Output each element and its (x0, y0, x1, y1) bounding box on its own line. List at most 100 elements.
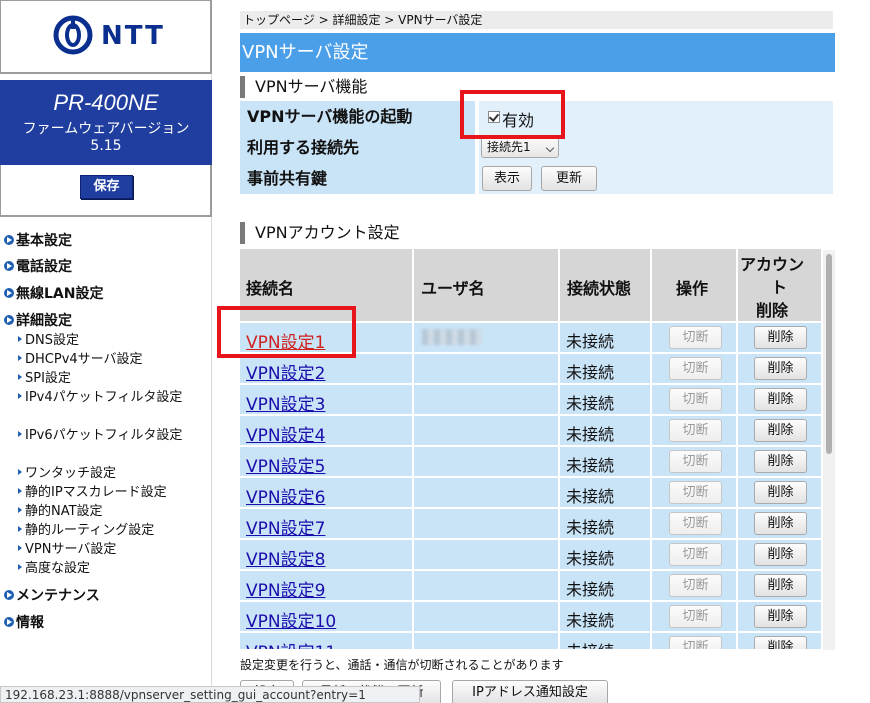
nav-sub-ipv4-filter[interactable]: IPv4パケットフィルタ設定 (18, 388, 198, 407)
vpn-setting-link[interactable]: VPN設定10 (246, 607, 336, 632)
chevron-down-icon (545, 143, 555, 153)
disconnect-button[interactable]: 切断 (669, 481, 722, 504)
cell-username (414, 323, 558, 352)
delete-account-button[interactable]: 削除 (754, 543, 807, 566)
cell-connection-name: VPN設定10 (240, 602, 412, 632)
disconnect-button[interactable]: 切断 (669, 543, 722, 566)
disconnect-button[interactable]: 切断 (669, 605, 722, 628)
cell-operation: 切断 (652, 509, 736, 538)
disconnect-button[interactable]: 切断 (669, 450, 722, 473)
delete-account-button[interactable]: 削除 (754, 450, 807, 473)
cell-username (414, 540, 558, 569)
nav-sub-ipv6-filter[interactable]: IPv6パケットフィルタ設定 (18, 426, 198, 445)
vpn-setting-link[interactable]: VPN設定9 (246, 576, 325, 601)
nav-sub-label: DHCPv4サーバ設定 (25, 352, 143, 367)
disconnect-button[interactable]: 切断 (669, 512, 722, 535)
delete-account-button[interactable]: 削除 (754, 574, 807, 597)
delete-account-button[interactable]: 削除 (754, 605, 807, 628)
nav-sub-static-nat[interactable]: 静的NAT設定 (18, 502, 198, 521)
delete-account-button[interactable]: 削除 (754, 636, 807, 649)
nav-sub-arrow-icon (18, 355, 22, 361)
nav-bullet-icon (4, 261, 14, 271)
table-scrollbar-thumb[interactable] (826, 254, 832, 454)
nav-info[interactable]: 情報 (4, 612, 44, 632)
connection-target-label: 利用する接続先 (240, 132, 477, 163)
nav-sub-dhcpv4[interactable]: DHCPv4サーバ設定 (18, 350, 198, 369)
column-header-label: 操作 (676, 279, 709, 298)
nav-sub-static-ip-masquerade[interactable]: 静的IPマスカレード設定 (18, 483, 198, 502)
disconnect-button[interactable]: 切断 (669, 574, 722, 597)
show-key-button[interactable]: 表示 (482, 166, 532, 191)
cell-account-delete: 削除 (738, 385, 821, 414)
vpn-setting-link[interactable]: VPN設定6 (246, 483, 325, 508)
connection-state-text: 未接続 (566, 611, 615, 630)
nav-sub-spi[interactable]: SPI設定 (18, 369, 198, 388)
nav-sub-dns[interactable]: DNS設定 (18, 331, 198, 350)
nav-basic-settings[interactable]: 基本設定 (4, 230, 72, 250)
vpn-setting-link[interactable]: VPN設定3 (246, 390, 325, 415)
nav-wlan-settings[interactable]: 無線LAN設定 (4, 283, 103, 303)
cell-connection-name: VPN設定4 (240, 416, 412, 446)
highlight-enable-checkbox (460, 90, 565, 139)
nav-advanced-settings[interactable]: 詳細設定 (4, 310, 72, 330)
model-info: PR-400NE ファームウェアバージョン 5.15 (0, 80, 212, 165)
nav-sub-label: VPNサーバ設定 (25, 542, 117, 557)
delete-account-button[interactable]: 削除 (754, 419, 807, 442)
connection-target-select[interactable]: 接続先1 (481, 137, 559, 158)
cell-account-delete: 削除 (738, 447, 821, 476)
delete-account-button[interactable]: 削除 (754, 388, 807, 411)
nav-sub-static-routing[interactable]: 静的ルーティング設定 (18, 521, 198, 540)
cell-account-delete: 削除 (738, 633, 821, 649)
save-button[interactable]: 保存 (80, 175, 133, 199)
vpn-setting-link[interactable]: VPN設定4 (246, 421, 325, 446)
vpn-setting-link[interactable]: VPN設定8 (246, 545, 325, 570)
nav-sub-label: 静的NAT設定 (25, 504, 103, 519)
nav-sub-advanced[interactable]: 高度な設定 (18, 559, 198, 578)
nav-sub-label: ワンタッチ設定 (25, 466, 117, 481)
vpn-setting-link[interactable]: VPN設定7 (246, 514, 325, 539)
ip-notify-settings-button[interactable]: IPアドレス通知設定 (452, 680, 608, 703)
cell-connection-state: 未接続 (560, 602, 650, 631)
cell-username (414, 354, 558, 383)
table-row: VPN設定5 未接続 切断 削除 (240, 447, 821, 477)
disconnect-button[interactable]: 切断 (669, 419, 722, 442)
cell-operation: 切断 (652, 633, 736, 649)
vpn-setting-link[interactable]: VPN設定2 (246, 359, 325, 384)
cell-connection-name: VPN設定5 (240, 447, 412, 477)
disconnect-button[interactable]: 切断 (669, 388, 722, 411)
nav-label: 情報 (16, 615, 44, 631)
nav-maintenance[interactable]: メンテナンス (4, 585, 100, 605)
update-key-button[interactable]: 更新 (541, 166, 597, 191)
cell-connection-state: 未接続 (560, 478, 650, 507)
table-row: VPN設定2 未接続 切断 削除 (240, 354, 821, 384)
nav-sub-vpn-server[interactable]: VPNサーバ設定 (18, 540, 198, 559)
table-row: VPN設定9 未接続 切断 削除 (240, 571, 821, 601)
connection-state-text: 未接続 (566, 363, 615, 382)
vpn-setting-link[interactable]: VPN設定11 (246, 638, 336, 649)
disconnect-button[interactable]: 切断 (669, 326, 722, 349)
delete-account-button[interactable]: 削除 (754, 326, 807, 349)
column-header-operation: 操作 (652, 249, 736, 321)
cell-username (414, 602, 558, 631)
delete-account-button[interactable]: 削除 (754, 481, 807, 504)
disconnect-button[interactable]: 切断 (669, 357, 722, 380)
disconnect-button[interactable]: 切断 (669, 636, 722, 649)
cell-connection-state: 未接続 (560, 416, 650, 445)
nav-sub-arrow-icon (18, 374, 22, 380)
nav-phone-settings[interactable]: 電話設定 (4, 256, 72, 276)
delete-account-button[interactable]: 削除 (754, 357, 807, 380)
model-name: PR-400NE (53, 90, 159, 115)
preshared-key-label: 事前共有鍵 (240, 163, 477, 194)
cell-account-delete: 削除 (738, 509, 821, 538)
cell-connection-name: VPN設定11 (240, 633, 412, 649)
delete-account-button[interactable]: 削除 (754, 512, 807, 535)
connection-target-selected: 接続先1 (487, 140, 531, 154)
nav-bullet-icon (4, 617, 14, 627)
cell-account-delete: 削除 (738, 416, 821, 445)
nav-sub-one-touch[interactable]: ワンタッチ設定 (18, 464, 198, 483)
cell-account-delete: 削除 (738, 478, 821, 507)
vpn-setting-link[interactable]: VPN設定5 (246, 452, 325, 477)
nav-sub-arrow-icon (18, 393, 22, 399)
table-row: VPN設定3 未接続 切断 削除 (240, 385, 821, 415)
brand-logo: NTT (0, 0, 212, 74)
